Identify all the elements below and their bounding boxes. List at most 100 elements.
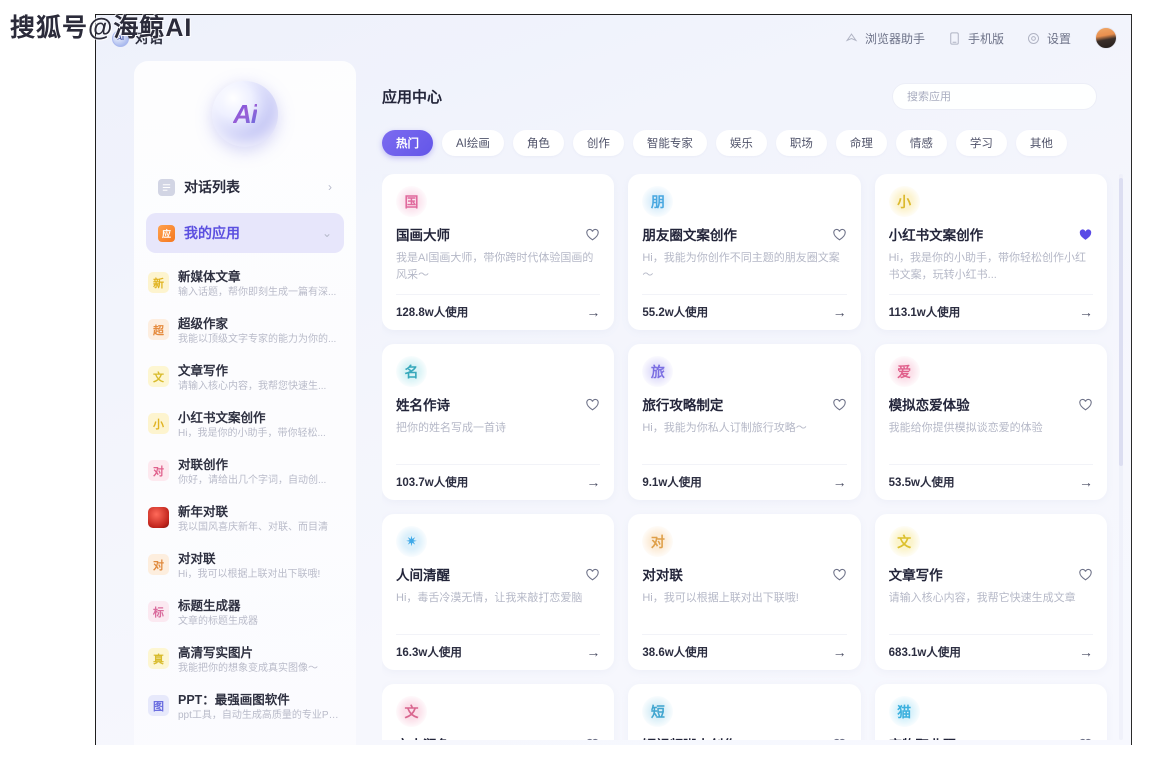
app-window: AI 对话 浏览器助手 手机版 设置 Ai 对话列表 › 应 我的应用 ⌄ 新 … <box>95 14 1132 745</box>
sidebar-app-text: 文章写作 请输入核心内容，我帮您快速生... <box>178 363 342 394</box>
watermark-text: 搜狐号@海鲸AI <box>10 14 193 42</box>
sidebar-app-desc: Hi，我是你的小助手，带你轻松... <box>178 428 326 439</box>
app-card-usage-count: 683.1w人使用 <box>888 647 961 659</box>
arrow-right-icon[interactable]: → <box>1079 305 1093 319</box>
heart-outline-icon[interactable] <box>1078 397 1093 412</box>
sidebar-app-item[interactable]: 图 PPT：最强画图软件 ppt工具，自动生成高质量的专业PPT内... <box>134 686 356 733</box>
sidebar-item-chat-list[interactable]: 对话列表 › <box>146 167 344 207</box>
app-body: Ai 对话列表 › 应 我的应用 ⌄ 新 新媒体文章 输入话题，帮你即刻生成一篇… <box>96 61 1131 745</box>
chevron-down-icon: ⌄ <box>321 226 332 240</box>
sidebar-app-name: 高清写实图片 <box>178 646 254 660</box>
app-card[interactable]: 朋朋友圈文案创作 Hi，我能为你创作不同主题的朋友圈文案～ 55.2w人使用 → <box>628 174 861 330</box>
app-card-footer: 53.5w人使用 → <box>888 464 1093 490</box>
sidebar-app-desc: 文章的标题生成器 <box>178 616 258 627</box>
sidebar-app-list: 新新媒体文章 输入话题，帮你即刻生成一篇有深... 超超级作家 我能以顶级文字专家的能… <box>134 259 356 733</box>
app-card-icon: 对 <box>642 526 674 557</box>
tab-3[interactable]: 创作 <box>572 130 624 156</box>
browser-assistant-button[interactable]: 浏览器助手 <box>844 30 925 47</box>
app-card-usage-count: 38.6w人使用 <box>642 647 709 659</box>
app-grid: 国国画大师 我是AI国画大师，带你跨时代体验国画的风采～ 128.8w人使用 → 朋朋友… <box>382 174 1107 740</box>
arrow-right-icon[interactable]: → <box>1079 475 1093 489</box>
arrow-right-icon[interactable]: → <box>833 475 847 489</box>
app-card-footer: 55.2w人使用 → <box>642 294 847 320</box>
heart-outline-icon[interactable] <box>1078 567 1093 582</box>
arrow-right-icon[interactable]: → <box>586 305 600 319</box>
tab-6[interactable]: 职场 <box>775 130 827 156</box>
sidebar-app-icon: 超 <box>148 319 169 340</box>
my-apps-icon-glyph: 应 <box>161 228 171 239</box>
app-card[interactable]: 爱模拟恋爱体验 我能给你提供模拟谈恋爱的体验 53.5w人使用 → <box>874 344 1107 500</box>
sidebar-app-item[interactable]: 对对联创作 你好，请给出几个字词，自动创... <box>134 451 356 498</box>
sidebar-app-icon <box>148 507 169 528</box>
app-card-title-row: 文本润色 <box>396 734 600 740</box>
sidebar-app-item[interactable]: 真高清写实图片 我能把你的想象变成真实图像～ <box>134 639 356 686</box>
heart-outline-icon[interactable] <box>1078 737 1093 741</box>
app-card-desc: 我是AI国画大师，带你跨时代体验国画的风采～ <box>396 252 594 281</box>
heart-outline-icon[interactable] <box>585 397 600 412</box>
sidebar-app-desc: 我能以顶级文字专家的能力为你的... <box>178 334 337 345</box>
arrow-right-icon[interactable]: → <box>586 645 600 659</box>
tab-0[interactable]: 热门 <box>382 130 433 156</box>
search-input[interactable] <box>907 90 1082 103</box>
app-card[interactable]: ✷ 人间清醒 Hi，毒舌冷漠无情，让我来敲打恋爱脑 16.3w人使用 → <box>382 514 615 670</box>
arrow-right-icon[interactable]: → <box>833 305 847 319</box>
tab-4[interactable]: 智能专家 <box>632 130 707 156</box>
tab-2[interactable]: 角色 <box>512 130 564 156</box>
sidebar-app-item[interactable]: 新新媒体文章 输入话题，帮你即刻生成一篇有深... <box>134 263 356 310</box>
arrow-right-icon[interactable]: → <box>586 475 600 489</box>
app-card[interactable]: 国国画大师 我是AI国画大师，带你跨时代体验国画的风采～ 128.8w人使用 → <box>382 174 615 330</box>
app-card-title: 国画大师 <box>396 228 450 243</box>
tab-1[interactable]: AI绘画 <box>442 130 504 156</box>
sidebar-app-text: 新媒体文章 输入话题，帮你即刻生成一篇有深... <box>178 269 342 300</box>
tab-7[interactable]: 命理 <box>835 130 887 156</box>
sidebar-app-item[interactable]: 对对对联 Hi，我可以根据上联对出下联哦! <box>134 545 356 592</box>
avatar[interactable] <box>1095 27 1117 49</box>
mobile-version-button[interactable]: 手机版 <box>947 30 1004 47</box>
heart-outline-icon[interactable] <box>832 397 847 412</box>
arrow-right-icon[interactable]: → <box>1079 645 1093 659</box>
app-card[interactable]: 文文本润色→ <box>382 684 615 740</box>
tab-9[interactable]: 学习 <box>955 130 1007 156</box>
grid-scrollbar-thumb[interactable] <box>1119 178 1123 466</box>
sidebar-app-item[interactable]: 标标题生成器文章的标题生成器 <box>134 592 356 639</box>
tab-5[interactable]: 娱乐 <box>715 130 767 156</box>
app-card-title: 人间清醒 <box>396 568 450 583</box>
app-card[interactable]: 文文章写作 请输入核心内容，我帮它快速生成文章 683.1w人使用 → <box>874 514 1107 670</box>
app-card-desc: Hi，毒舌冷漠无情，让我来敲打恋爱脑 <box>396 592 583 604</box>
arrow-right-icon[interactable]: → <box>833 645 847 659</box>
sidebar-app-text: PPT：最强画图软件 ppt工具，自动生成高质量的专业PPT内... <box>178 692 342 723</box>
app-card[interactable]: 猫宠物职业照→ <box>874 684 1107 741</box>
heart-outline-icon[interactable] <box>832 227 847 242</box>
sidebar-app-item[interactable]: 超超级作家 我能以顶级文字专家的能力为你的... <box>134 310 356 357</box>
app-card[interactable]: 对对对联 Hi，我可以根据上联对出下联哦! 38.6w人使用 → <box>628 514 861 670</box>
app-card-footer: 38.6w人使用 → <box>642 634 847 660</box>
app-card-title: 朋友圈文案创作 <box>642 228 737 243</box>
heart-outline-icon[interactable] <box>832 737 847 741</box>
app-card[interactable]: 小小红书文案创作 Hi，我是你的小助手，带你轻松创作小红书文案，玩转小红书... 1… <box>874 174 1107 330</box>
sidebar-app-item[interactable]: 新年对联 我以国风喜庆新年、对联、而目清 <box>134 498 356 545</box>
app-card-title-row: 人间清醒 <box>396 564 600 584</box>
heart-filled-icon[interactable] <box>1078 227 1093 242</box>
gear-icon <box>1027 32 1039 44</box>
app-card[interactable]: 短短视频脚本创作→ <box>628 684 861 741</box>
app-card[interactable]: 名姓名作诗 把你的姓名写成一首诗 103.7w人使用 → <box>382 344 615 500</box>
sidebar-app-name: 标题生成器 <box>178 599 241 613</box>
heart-outline-icon[interactable] <box>585 227 600 242</box>
app-card-icon: 朋 <box>642 186 674 217</box>
search-box[interactable] <box>892 83 1097 110</box>
tab-8[interactable]: 情感 <box>895 130 947 156</box>
sidebar-app-desc: ppt工具，自动生成高质量的专业PPT内... <box>178 710 342 721</box>
heart-outline-icon[interactable] <box>832 567 847 582</box>
tab-10[interactable]: 其他 <box>1015 130 1067 156</box>
app-card-footer: 16.3w人使用 → <box>396 634 601 660</box>
sidebar-app-item[interactable]: 小小红书文案创作 Hi，我是你的小助手，带你轻松... <box>134 404 356 451</box>
app-card[interactable]: 旅旅行攻略制定 Hi，我能为你私人订制旅行攻略～ 9.1w人使用 → <box>628 344 861 500</box>
sidebar-app-icon: 标 <box>148 601 169 622</box>
app-card-title-row: 国画大师 <box>396 224 600 244</box>
heart-outline-icon[interactable] <box>585 737 600 741</box>
app-card-usage-count: 113.1w人使用 <box>888 307 961 319</box>
settings-button[interactable]: 设置 <box>1026 30 1071 47</box>
sidebar-app-item[interactable]: 文文章写作 请输入核心内容，我帮您快速生... <box>134 357 356 404</box>
sidebar-item-my-apps[interactable]: 应 我的应用 ⌄ <box>146 213 344 253</box>
heart-outline-icon[interactable] <box>585 567 600 582</box>
